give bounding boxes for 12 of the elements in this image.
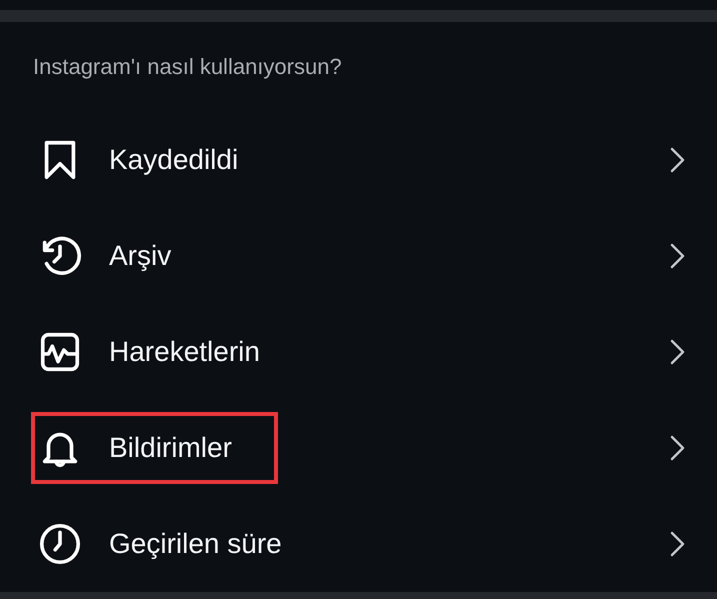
chevron-icon (669, 146, 687, 174)
chevron-icon (669, 434, 687, 462)
chevron-icon (669, 338, 687, 366)
section-title: Instagram'ı nasıl kullanıyorsun? (33, 54, 342, 80)
menu-item-label[interactable]: Bildirimler (109, 432, 232, 464)
menu-item-label[interactable]: Hareketlerin (109, 336, 260, 368)
clock-icon (37, 521, 83, 567)
menu-item-label[interactable]: Kaydedildi (109, 144, 238, 176)
chevron-icon (669, 530, 687, 558)
chevron-icon (669, 242, 687, 270)
menu-item-label[interactable]: Geçirilen süre (109, 528, 282, 560)
menu-item-label[interactable]: Arşiv (109, 240, 172, 272)
